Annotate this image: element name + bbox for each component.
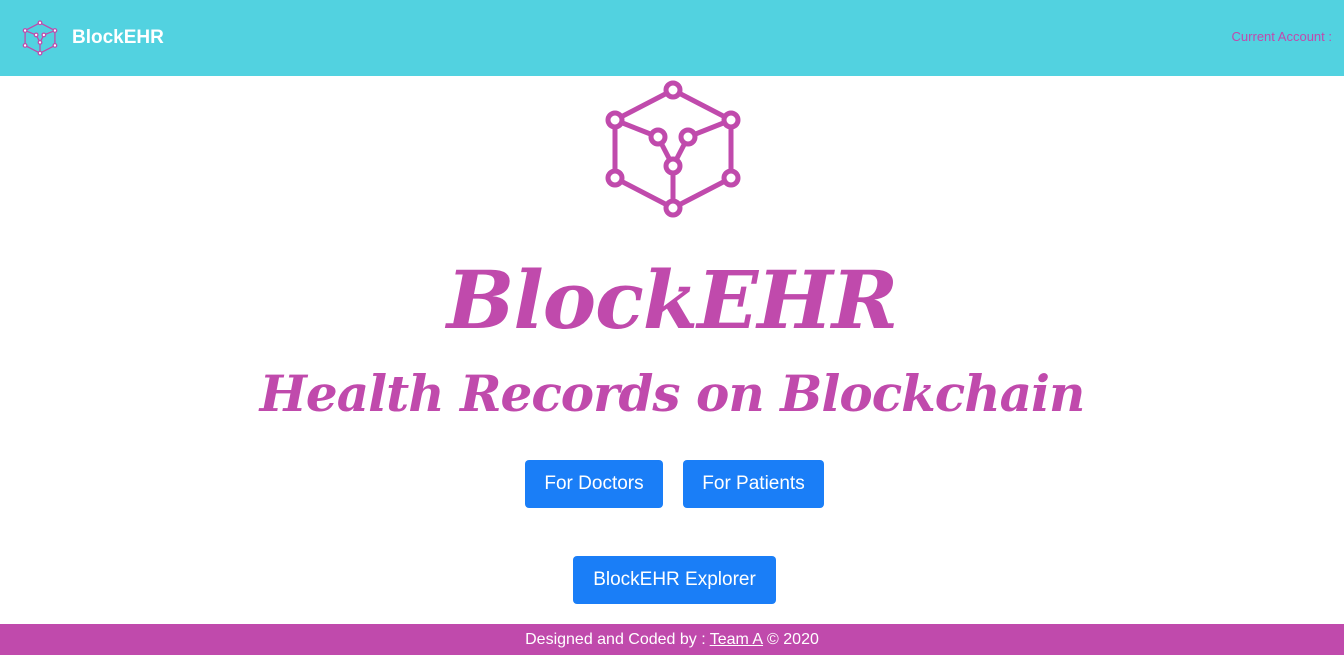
- for-doctors-button[interactable]: For Doctors: [525, 460, 663, 508]
- navbar-brand[interactable]: BlockEHR: [22, 20, 164, 56]
- footer-copyright: © 2020: [767, 630, 819, 648]
- current-account-label: Current Account :: [1231, 29, 1332, 44]
- team-link[interactable]: Team A: [710, 631, 763, 649]
- explorer-button[interactable]: BlockEHR Explorer: [573, 556, 776, 604]
- navbar: BlockEHR Current Account :: [0, 0, 1344, 76]
- for-patients-button[interactable]: For Patients: [683, 460, 824, 508]
- hero-subtitle: Health Records on Blockchain: [259, 364, 1086, 423]
- footer-credit-prefix: Designed and Coded by :: [525, 630, 706, 648]
- blockchain-cube-icon: [605, 80, 741, 218]
- brand-name: BlockEHR: [72, 27, 164, 48]
- hero-title: BlockEHR: [446, 253, 899, 347]
- blockchain-cube-icon: [22, 20, 58, 56]
- footer: Designed and Coded by : Team A © 2020: [0, 624, 1344, 655]
